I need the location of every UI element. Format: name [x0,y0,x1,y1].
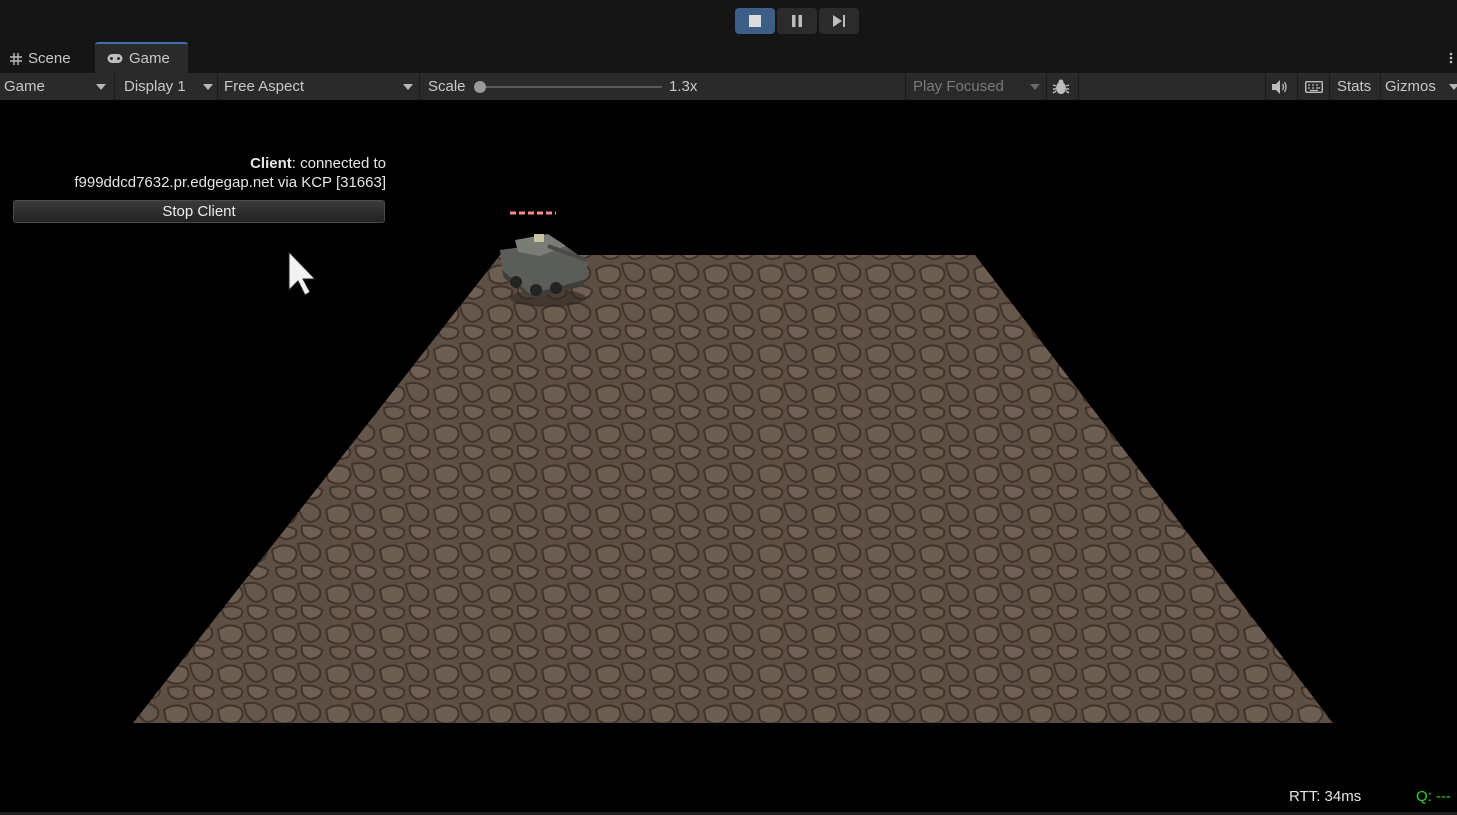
stop-square-icon [749,15,761,27]
divider [217,73,218,100]
view-mode-label: Game [4,78,45,95]
chevron-down-icon [203,84,213,90]
tab-scene[interactable]: Scene [10,44,71,73]
gizmos-button[interactable]: Gizmos [1385,73,1436,100]
scale-value: 1.3x [669,73,697,100]
play-mode-dropdown[interactable]: Play Focused [913,73,1004,100]
gizmos-label: Gizmos [1385,78,1436,95]
quality-readout: Q: --- [1416,788,1451,805]
divider [419,73,420,100]
step-button[interactable] [819,8,859,34]
scale-label: Scale [428,73,466,100]
client-status-line: Client: connected to [20,154,386,173]
stats-label: Stats [1337,78,1372,95]
bug-icon [1052,79,1070,94]
mouse-cursor-icon [288,250,317,296]
tab-game-label: Game [129,50,170,67]
chevron-down-icon [403,84,413,90]
aspect-dropdown[interactable]: Free Aspect [224,73,304,100]
ground-shading [133,255,1333,723]
play-mode-label: Play Focused [913,78,1004,95]
divider [1078,73,1079,100]
stop-button[interactable] [735,8,775,34]
divider [114,73,115,100]
speaker-icon [1272,79,1287,94]
keyboard-icon [1305,80,1323,93]
scale-slider-handle[interactable] [474,81,486,93]
divider [1297,73,1298,100]
pause-icon [792,15,802,27]
scale-slider-track[interactable] [480,86,662,88]
display-dropdown[interactable]: Display 1 [124,73,186,100]
aspect-label: Free Aspect [224,78,305,95]
step-forward-icon [833,15,845,27]
chevron-down-icon[interactable] [1449,84,1457,90]
scale-value-text: 1.3x [669,78,698,95]
stop-client-button[interactable]: Stop Client [13,200,385,223]
chevron-down-icon [1030,84,1040,90]
more-options-icon[interactable] [1449,52,1453,64]
debug-toggle[interactable] [1052,73,1070,100]
divider [1380,73,1381,100]
stats-button[interactable]: Stats [1337,73,1371,100]
pause-button[interactable] [777,8,817,34]
grid-hash-icon [10,52,22,65]
rtt-readout: RTT: 34ms [1289,788,1362,805]
divider [905,73,906,100]
mute-audio-toggle[interactable] [1272,73,1288,100]
editor-top-bar [0,0,1457,42]
server-address: f999ddcd7632.pr.edgegap.net via KCP [316… [74,174,386,191]
keyboard-shortcuts-toggle[interactable] [1305,73,1323,100]
play-controls [735,8,859,34]
client-status: Client: connected to f999ddcd7632.pr.edg… [20,154,386,192]
gamepad-icon [107,54,123,63]
divider [1046,73,1047,100]
tab-game[interactable]: Game [95,42,188,73]
view-tab-bar: Scene Game [0,42,1457,73]
game-toolbar: Game Display 1 Free Aspect Scale 1.3x Pl… [0,73,1457,101]
scale-label-text: Scale [428,78,466,95]
display-label: Display 1 [124,78,186,95]
client-status-text: : connected to [291,155,386,172]
chevron-down-icon [96,84,106,90]
tank [500,234,588,307]
view-mode-dropdown[interactable]: Game [4,73,45,100]
divider [1265,73,1266,100]
tab-scene-label: Scene [28,50,71,67]
game-viewport[interactable]: Client: connected to f999ddcd7632.pr.edg… [0,100,1457,812]
divider [1329,73,1330,100]
client-label: Client [250,155,292,172]
